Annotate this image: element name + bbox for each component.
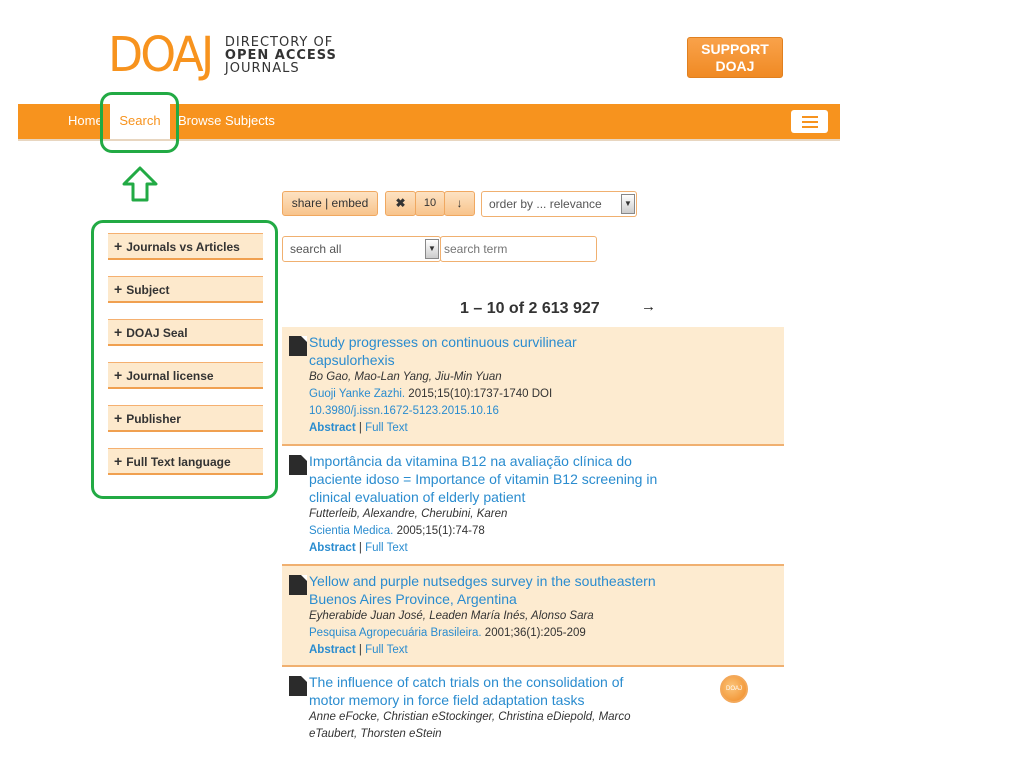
result-links: Abstract | Full Text xyxy=(309,422,408,434)
citation: 2005;15(1):74-78 xyxy=(393,525,485,537)
facet-subject[interactable]: + Subject xyxy=(108,276,263,303)
result-links: Abstract | Full Text xyxy=(309,542,408,554)
facet-label: DOAJ Seal xyxy=(126,326,188,340)
citation: 2015;15(10):1737-1740 DOI xyxy=(405,388,553,400)
order-by-value: order by ... relevance xyxy=(489,197,602,211)
abstract-link[interactable]: Abstract xyxy=(309,644,356,656)
logo-line: DIRECTORY OF xyxy=(224,34,334,50)
plus-icon: + xyxy=(114,324,123,340)
abstract-link[interactable]: Abstract xyxy=(309,422,356,434)
facet-label: Publisher xyxy=(126,412,181,426)
logo-text: DIRECTORY OF OPEN ACCESS JOURNALS xyxy=(225,36,337,75)
facet-label: Journals vs Articles xyxy=(126,240,240,254)
hamburger-icon[interactable] xyxy=(791,110,828,133)
doaj-logo[interactable]: DOAJ DIRECTORY OF OPEN ACCESS JOURNALS xyxy=(108,27,337,83)
result-title[interactable]: Study progresses on continuous curviline… xyxy=(309,333,609,369)
next-page-icon[interactable]: → xyxy=(641,298,656,315)
result-links: Abstract | Full Text xyxy=(309,644,408,656)
result-item: Importância da vitamina B12 na avaliação… xyxy=(282,446,784,566)
result-item: Study progresses on continuous curviline… xyxy=(282,327,784,446)
order-by-select[interactable]: order by ... relevance ▼ xyxy=(481,191,637,217)
document-icon xyxy=(289,455,307,475)
result-authors: Futterleib, Alexandre, Cherubini, Karen xyxy=(309,508,508,520)
full-text-link[interactable]: Full Text xyxy=(365,644,408,656)
up-arrow-icon xyxy=(122,166,158,202)
plus-icon: + xyxy=(114,281,123,297)
plus-icon: + xyxy=(114,410,123,426)
abstract-link[interactable]: Abstract xyxy=(309,542,356,554)
clear-icon[interactable]: ✖ xyxy=(385,191,416,216)
result-title[interactable]: Yellow and purple nutsedges survey in th… xyxy=(309,572,679,608)
page-size-button[interactable]: 10 xyxy=(415,191,445,216)
support-doaj-button[interactable]: SUPPORT DOAJ xyxy=(687,37,783,78)
search-field-value: search all xyxy=(290,242,342,256)
facet-label: Journal license xyxy=(126,369,214,383)
support-label: SUPPORT xyxy=(701,41,769,57)
support-label: DOAJ xyxy=(715,58,755,74)
sort-direction-icon[interactable]: ↓ xyxy=(444,191,475,216)
result-title[interactable]: Importância da vitamina B12 na avaliação… xyxy=(309,452,684,506)
journal-link[interactable]: Scientia Medica. xyxy=(309,525,393,537)
logo-mark: DOAJ xyxy=(108,27,214,83)
chevron-down-icon: ▼ xyxy=(621,194,635,214)
result-item: The influence of catch trials on the con… xyxy=(282,667,784,757)
nav-browse-subjects[interactable]: Browse Subjects xyxy=(178,104,275,139)
result-count: 1 – 10 of 2 613 927 xyxy=(460,300,600,317)
result-authors: Anne eFocke, Christian eStockinger, Chri… xyxy=(309,711,631,740)
document-icon xyxy=(289,676,307,696)
result-meta: Guoji Yanke Zazhi. 2015;15(10):1737-1740… xyxy=(309,386,784,403)
plus-icon: + xyxy=(114,367,123,383)
facet-journal-license[interactable]: + Journal license xyxy=(108,362,263,389)
facet-full-text-language[interactable]: + Full Text language xyxy=(108,448,263,475)
plus-icon: + xyxy=(114,453,123,469)
facet-journals-vs-articles[interactable]: + Journals vs Articles xyxy=(108,233,263,260)
facet-doaj-seal[interactable]: + DOAJ Seal xyxy=(108,319,263,346)
journal-link[interactable]: Pesquisa Agropecuária Brasileira. xyxy=(309,627,482,639)
journal-link[interactable]: Guoji Yanke Zazhi. xyxy=(309,388,405,400)
result-item: Yellow and purple nutsedges survey in th… xyxy=(282,566,784,667)
nav-home[interactable]: Home xyxy=(68,104,103,139)
search-input[interactable] xyxy=(440,236,597,262)
facet-publisher[interactable]: + Publisher xyxy=(108,405,263,432)
facet-label: Subject xyxy=(126,283,170,297)
result-authors: Bo Gao, Mao-Lan Yang, Jiu-Min Yuan xyxy=(309,371,502,383)
citation: 2001;36(1):205-209 xyxy=(481,627,586,639)
share-embed-button[interactable]: share | embed xyxy=(282,191,378,216)
result-meta: Scientia Medica. 2005;15(1):74-78 xyxy=(309,523,784,540)
doi-link[interactable]: 10.3980/j.issn.1672-5123.2015.10.16 xyxy=(309,403,784,420)
facet-label: Full Text language xyxy=(126,455,231,469)
full-text-link[interactable]: Full Text xyxy=(365,422,408,434)
full-text-link[interactable]: Full Text xyxy=(365,542,408,554)
doaj-seal-icon: DOAJ xyxy=(720,675,748,703)
result-meta: Pesquisa Agropecuária Brasileira. 2001;3… xyxy=(309,625,784,642)
plus-icon: + xyxy=(114,238,123,254)
search-field-select[interactable]: search all ▼ xyxy=(282,236,441,262)
logo-line: JOURNALS xyxy=(224,60,300,76)
chevron-down-icon: ▼ xyxy=(425,239,439,259)
document-icon xyxy=(289,575,307,595)
result-title[interactable]: The influence of catch trials on the con… xyxy=(309,673,654,709)
result-authors: Eyherabide Juan José, Leaden María Inés,… xyxy=(309,610,594,622)
annotation-highlight-search xyxy=(100,92,179,153)
document-icon xyxy=(289,336,307,356)
logo-line: OPEN ACCESS xyxy=(224,47,337,63)
